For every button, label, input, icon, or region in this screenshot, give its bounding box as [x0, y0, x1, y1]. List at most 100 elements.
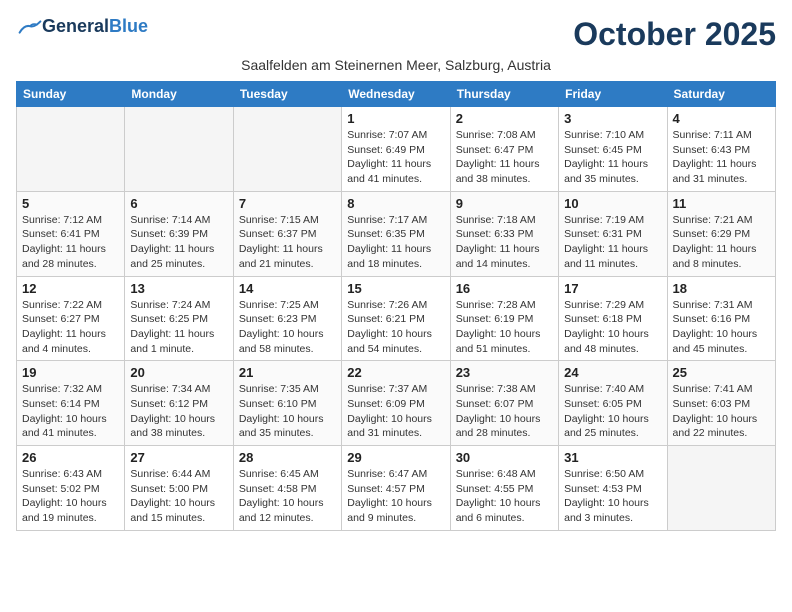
day-number: 26 — [22, 450, 119, 465]
day-number: 29 — [347, 450, 444, 465]
day-info: Sunrise: 7:25 AM Sunset: 6:23 PM Dayligh… — [239, 298, 336, 357]
calendar-header-friday: Friday — [559, 82, 667, 107]
day-number: 13 — [130, 281, 227, 296]
day-info: Sunrise: 7:37 AM Sunset: 6:09 PM Dayligh… — [347, 382, 444, 441]
calendar-day-22: 22 Sunrise: 7:37 AM Sunset: 6:09 PM Dayli… — [342, 361, 450, 446]
calendar-day-10: 10 Sunrise: 7:19 AM Sunset: 6:31 PM Dayli… — [559, 191, 667, 276]
calendar-header-monday: Monday — [125, 82, 233, 107]
day-number: 8 — [347, 196, 444, 211]
calendar-day-26: 26 Sunrise: 6:43 AM Sunset: 5:02 PM Dayli… — [17, 446, 125, 531]
calendar-day-4: 4 Sunrise: 7:11 AM Sunset: 6:43 PM Daylig… — [667, 107, 775, 192]
day-number: 14 — [239, 281, 336, 296]
day-number: 10 — [564, 196, 661, 211]
day-number: 2 — [456, 111, 553, 126]
calendar-day-25: 25 Sunrise: 7:41 AM Sunset: 6:03 PM Dayli… — [667, 361, 775, 446]
day-info: Sunrise: 7:21 AM Sunset: 6:29 PM Dayligh… — [673, 213, 770, 272]
day-info: Sunrise: 7:26 AM Sunset: 6:21 PM Dayligh… — [347, 298, 444, 357]
day-info: Sunrise: 7:19 AM Sunset: 6:31 PM Dayligh… — [564, 213, 661, 272]
logo-bird-icon — [18, 18, 42, 36]
calendar-subtitle: Saalfelden am Steinernen Meer, Salzburg,… — [16, 57, 776, 73]
day-number: 27 — [130, 450, 227, 465]
calendar-day-17: 17 Sunrise: 7:29 AM Sunset: 6:18 PM Dayli… — [559, 276, 667, 361]
day-info: Sunrise: 7:08 AM Sunset: 6:47 PM Dayligh… — [456, 128, 553, 187]
calendar-day-23: 23 Sunrise: 7:38 AM Sunset: 6:07 PM Dayli… — [450, 361, 558, 446]
day-info: Sunrise: 7:18 AM Sunset: 6:33 PM Dayligh… — [456, 213, 553, 272]
calendar-day-3: 3 Sunrise: 7:10 AM Sunset: 6:45 PM Daylig… — [559, 107, 667, 192]
day-number: 4 — [673, 111, 770, 126]
calendar-day-2: 2 Sunrise: 7:08 AM Sunset: 6:47 PM Daylig… — [450, 107, 558, 192]
month-title: October 2025 — [573, 16, 776, 53]
day-number: 6 — [130, 196, 227, 211]
day-info: Sunrise: 7:07 AM Sunset: 6:49 PM Dayligh… — [347, 128, 444, 187]
calendar-day-7: 7Sunrise: 7:15 AM Sunset: 6:37 PM Daylig… — [233, 191, 341, 276]
calendar-week-row-4: 19 Sunrise: 7:32 AM Sunset: 6:14 PM Dayli… — [17, 361, 776, 446]
calendar-day-20: 20Sunrise: 7:34 AM Sunset: 6:12 PM Dayli… — [125, 361, 233, 446]
day-info: Sunrise: 7:29 AM Sunset: 6:18 PM Dayligh… — [564, 298, 661, 357]
calendar-day-14: 14 Sunrise: 7:25 AM Sunset: 6:23 PM Dayli… — [233, 276, 341, 361]
calendar-day-31: 31 Sunrise: 6:50 AM Sunset: 4:53 PM Dayli… — [559, 446, 667, 531]
calendar-day-8: 8Sunrise: 7:17 AM Sunset: 6:35 PM Daylig… — [342, 191, 450, 276]
day-number: 21 — [239, 365, 336, 380]
day-info: Sunrise: 7:34 AM Sunset: 6:12 PM Dayligh… — [130, 382, 227, 441]
day-info: Sunrise: 6:47 AM Sunset: 4:57 PM Dayligh… — [347, 467, 444, 526]
day-info: Sunrise: 7:32 AM Sunset: 6:14 PM Dayligh… — [22, 382, 119, 441]
calendar-header-thursday: Thursday — [450, 82, 558, 107]
day-info: Sunrise: 6:43 AM Sunset: 5:02 PM Dayligh… — [22, 467, 119, 526]
calendar-header-row: SundayMondayTuesdayWednesdayThursdayFrid… — [17, 82, 776, 107]
calendar-day-16: 16Sunrise: 7:28 AM Sunset: 6:19 PM Dayli… — [450, 276, 558, 361]
calendar-day-29: 29 Sunrise: 6:47 AM Sunset: 4:57 PM Dayli… — [342, 446, 450, 531]
day-info: Sunrise: 7:10 AM Sunset: 6:45 PM Dayligh… — [564, 128, 661, 187]
day-number: 22 — [347, 365, 444, 380]
day-info: Sunrise: 7:41 AM Sunset: 6:03 PM Dayligh… — [673, 382, 770, 441]
calendar-day-27: 27 Sunrise: 6:44 AM Sunset: 5:00 PM Dayli… — [125, 446, 233, 531]
calendar-header-sunday: Sunday — [17, 82, 125, 107]
calendar-week-row-5: 26 Sunrise: 6:43 AM Sunset: 5:02 PM Dayli… — [17, 446, 776, 531]
day-number: 25 — [673, 365, 770, 380]
day-number: 12 — [22, 281, 119, 296]
day-number: 24 — [564, 365, 661, 380]
calendar-day-13: 13Sunrise: 7:24 AM Sunset: 6:25 PM Dayli… — [125, 276, 233, 361]
day-info: Sunrise: 6:45 AM Sunset: 4:58 PM Dayligh… — [239, 467, 336, 526]
calendar-day-18: 18 Sunrise: 7:31 AM Sunset: 6:16 PM Dayli… — [667, 276, 775, 361]
calendar-day-21: 21Sunrise: 7:35 AM Sunset: 6:10 PM Dayli… — [233, 361, 341, 446]
calendar-day-1: 1 Sunrise: 7:07 AM Sunset: 6:49 PM Daylig… — [342, 107, 450, 192]
calendar-table: SundayMondayTuesdayWednesdayThursdayFrid… — [16, 81, 776, 531]
calendar-empty-cell — [17, 107, 125, 192]
day-info: Sunrise: 6:48 AM Sunset: 4:55 PM Dayligh… — [456, 467, 553, 526]
logo-text: GeneralBlue — [42, 16, 148, 37]
day-info: Sunrise: 7:38 AM Sunset: 6:07 PM Dayligh… — [456, 382, 553, 441]
calendar-empty-cell — [125, 107, 233, 192]
day-info: Sunrise: 7:11 AM Sunset: 6:43 PM Dayligh… — [673, 128, 770, 187]
day-number: 7 — [239, 196, 336, 211]
day-number: 19 — [22, 365, 119, 380]
day-info: Sunrise: 6:44 AM Sunset: 5:00 PM Dayligh… — [130, 467, 227, 526]
calendar-day-15: 15Sunrise: 7:26 AM Sunset: 6:21 PM Dayli… — [342, 276, 450, 361]
calendar-empty-cell — [667, 446, 775, 531]
day-info: Sunrise: 7:14 AM Sunset: 6:39 PM Dayligh… — [130, 213, 227, 272]
calendar-header-wednesday: Wednesday — [342, 82, 450, 107]
calendar-day-9: 9 Sunrise: 7:18 AM Sunset: 6:33 PM Daylig… — [450, 191, 558, 276]
day-info: Sunrise: 6:50 AM Sunset: 4:53 PM Dayligh… — [564, 467, 661, 526]
day-number: 17 — [564, 281, 661, 296]
day-number: 16 — [456, 281, 553, 296]
day-info: Sunrise: 7:22 AM Sunset: 6:27 PM Dayligh… — [22, 298, 119, 357]
calendar-day-6: 6 Sunrise: 7:14 AM Sunset: 6:39 PM Daylig… — [125, 191, 233, 276]
day-number: 5 — [22, 196, 119, 211]
day-info: Sunrise: 7:31 AM Sunset: 6:16 PM Dayligh… — [673, 298, 770, 357]
calendar-day-28: 28 Sunrise: 6:45 AM Sunset: 4:58 PM Dayli… — [233, 446, 341, 531]
day-number: 1 — [347, 111, 444, 126]
day-number: 3 — [564, 111, 661, 126]
calendar-day-5: 5Sunrise: 7:12 AM Sunset: 6:41 PM Daylig… — [17, 191, 125, 276]
day-number: 31 — [564, 450, 661, 465]
calendar-header-saturday: Saturday — [667, 82, 775, 107]
day-number: 18 — [673, 281, 770, 296]
day-number: 11 — [673, 196, 770, 211]
day-number: 28 — [239, 450, 336, 465]
calendar-empty-cell — [233, 107, 341, 192]
day-number: 30 — [456, 450, 553, 465]
day-number: 9 — [456, 196, 553, 211]
calendar-day-30: 30 Sunrise: 6:48 AM Sunset: 4:55 PM Dayli… — [450, 446, 558, 531]
page-header: GeneralBlue October 2025 — [16, 16, 776, 53]
day-number: 23 — [456, 365, 553, 380]
logo-row: GeneralBlue — [16, 16, 148, 37]
